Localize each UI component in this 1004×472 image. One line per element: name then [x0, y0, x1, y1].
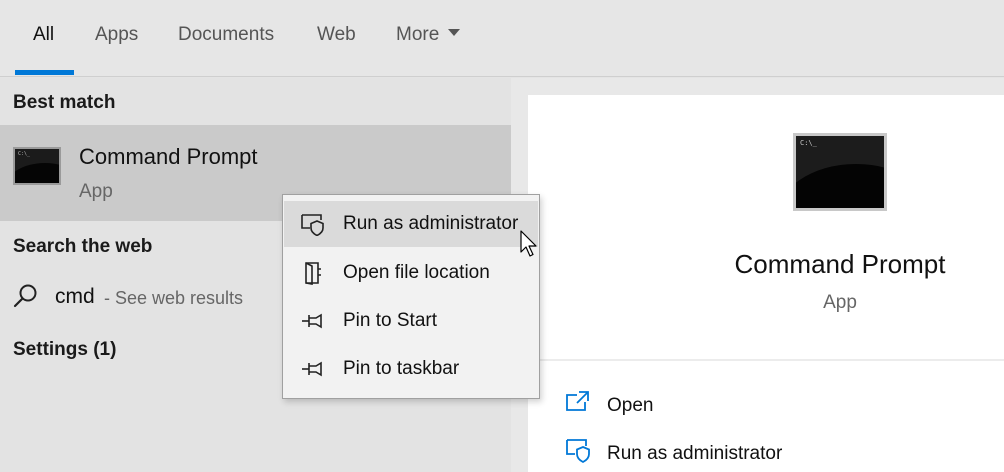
menu-label-pin-to-start: Pin to Start	[343, 310, 437, 331]
shield-icon	[566, 439, 590, 463]
settings-heading[interactable]: Settings (1)	[13, 339, 116, 361]
tab-web-label: Web	[317, 24, 356, 45]
shield-icon	[301, 214, 324, 236]
result-title: Command Prompt	[79, 144, 258, 169]
tab-apps-label: Apps	[95, 24, 139, 45]
command-prompt-icon: C:\_	[13, 147, 61, 185]
detail-card: C:\_ Command Prompt App Open Run as admi…	[528, 95, 1004, 472]
web-results-hint: - See web results	[104, 288, 244, 308]
open-label: Open	[607, 395, 654, 416]
result-subtitle: App	[79, 181, 113, 202]
best-match-heading: Best match	[13, 92, 116, 113]
detail-pane: C:\_ Command Prompt App Open Run as admi…	[511, 78, 1004, 472]
mouse-pointer-icon	[520, 230, 537, 257]
pin-icon	[302, 361, 322, 377]
menu-item-pin-to-start[interactable]: Pin to Start	[284, 298, 538, 344]
menu-label-pin-to-taskbar: Pin to taskbar	[343, 358, 460, 379]
file-location-icon	[305, 262, 321, 285]
active-tab-indicator	[15, 70, 74, 75]
tab-more-label: More	[396, 24, 440, 45]
tab-documents-label: Documents	[178, 24, 275, 45]
menu-item-pin-to-taskbar[interactable]: Pin to taskbar	[284, 346, 538, 392]
tab-documents[interactable]: Documents	[178, 24, 274, 52]
context-menu: Run as administrator Open file location …	[282, 194, 540, 399]
thumb-prompt-text: C:\_	[800, 139, 817, 147]
menu-item-run-as-administrator[interactable]: Run as administrator	[284, 201, 538, 247]
tab-apps[interactable]: Apps	[95, 24, 138, 52]
tab-web[interactable]: Web	[317, 24, 356, 52]
tab-all[interactable]: All	[33, 24, 54, 52]
detail-subtitle: App	[823, 292, 857, 313]
search-icon	[13, 284, 37, 308]
menu-label-open-file-location: Open file location	[343, 262, 490, 283]
menu-item-open-file-location[interactable]: Open file location	[284, 250, 538, 296]
search-tab-bar: All Apps Documents Web More	[0, 0, 1004, 77]
chevron-down-icon	[448, 29, 461, 36]
divider	[528, 359, 1004, 361]
pin-icon	[302, 313, 322, 329]
thumb-prompt-text: C:\_	[18, 151, 31, 157]
search-web-heading: Search the web	[13, 236, 153, 257]
tab-more[interactable]: More	[396, 24, 461, 52]
open-icon	[566, 391, 589, 411]
tab-all-label: All	[33, 24, 55, 45]
detail-title: Command Prompt	[734, 249, 946, 279]
run-as-admin-label: Run as administrator	[607, 443, 783, 464]
command-prompt-icon: C:\_	[793, 133, 887, 211]
web-query-text: cmd	[55, 285, 95, 308]
menu-label-run-as-administrator: Run as administrator	[343, 213, 519, 234]
